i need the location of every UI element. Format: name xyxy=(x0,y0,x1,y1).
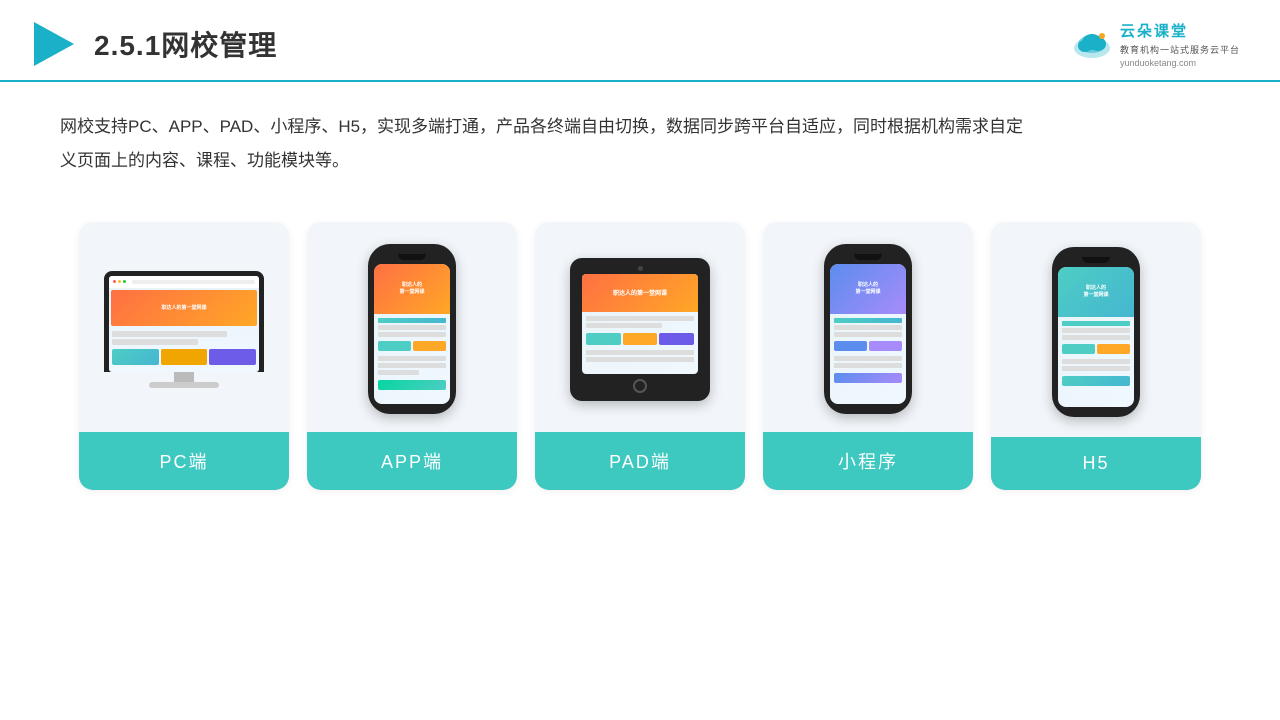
phone-notch xyxy=(398,254,426,260)
page-header: 2.5.1网校管理 云朵课堂 教育机构一站式服务云平台 yunduoketang… xyxy=(0,0,1280,82)
app-image-area: 职达人的第一堂网课 xyxy=(307,222,517,432)
brand-name: 云朵课堂 xyxy=(1120,20,1240,41)
miniapp-image-area: 职达人的第一堂网课 xyxy=(763,222,973,432)
app-mockup: 职达人的第一堂网课 xyxy=(368,244,456,414)
card-app-label: APP端 xyxy=(307,432,517,490)
miniapp-phone-screen: 职达人的第一堂网课 xyxy=(830,264,906,404)
card-pad-label: PAD端 xyxy=(535,432,745,490)
pad-mockup: 职达人的第一堂网课 xyxy=(570,258,710,401)
cloud-icon xyxy=(1070,26,1114,62)
app-phone-outer: 职达人的第一堂网课 xyxy=(368,244,456,414)
page-title: 2.5.1网校管理 xyxy=(94,24,277,64)
brand-logo: 云朵课堂 教育机构一站式服务云平台 yunduoketang.com xyxy=(1070,20,1240,68)
card-miniapp: 职达人的第一堂网课 xyxy=(763,222,973,490)
h5-image-area: 职达人的第一堂网课 xyxy=(991,222,1201,437)
pad-home-button xyxy=(633,379,647,393)
brand-text: 云朵课堂 教育机构一站式服务云平台 yunduoketang.com xyxy=(1120,20,1240,68)
h5-notch xyxy=(1082,257,1110,263)
h5-mockup: 职达人的第一堂网课 xyxy=(1052,247,1140,417)
h5-phone-outer: 职达人的第一堂网课 xyxy=(1052,247,1140,417)
card-app: 职达人的第一堂网课 xyxy=(307,222,517,490)
card-h5-label: H5 xyxy=(991,437,1201,490)
platform-cards: 职达人的第一堂网课 xyxy=(0,198,1280,510)
h5-phone-screen: 职达人的第一堂网课 xyxy=(1058,267,1134,407)
pc-image-area: 职达人的第一堂网课 xyxy=(79,222,289,432)
miniapp-mockup: 职达人的第一堂网课 xyxy=(824,244,912,414)
description-text: 网校支持PC、APP、PAD、小程序、H5，实现多端打通，产品各终端自由切换，数… xyxy=(0,82,1100,188)
brand-tagline: 教育机构一站式服务云平台 xyxy=(1120,43,1240,56)
card-pc: 职达人的第一堂网课 xyxy=(79,222,289,490)
card-h5: 职达人的第一堂网课 xyxy=(991,222,1201,490)
miniapp-phone-outer: 职达人的第一堂网课 xyxy=(824,244,912,414)
pad-image-area: 职达人的第一堂网课 xyxy=(535,222,745,432)
brand-logo-area: 云朵课堂 教育机构一站式服务云平台 yunduoketang.com xyxy=(1070,20,1240,68)
logo-icon xyxy=(30,18,78,70)
pad-camera xyxy=(638,266,643,271)
pc-mockup: 职达人的第一堂网课 xyxy=(104,271,264,388)
pad-screen: 职达人的第一堂网课 xyxy=(582,274,698,374)
pad-outer: 职达人的第一堂网课 xyxy=(570,258,710,401)
miniapp-notch xyxy=(854,254,882,260)
card-pc-label: PC端 xyxy=(79,432,289,490)
header-left: 2.5.1网校管理 xyxy=(30,18,277,70)
brand-url: yunduoketang.com xyxy=(1120,58,1240,68)
card-pad: 职达人的第一堂网课 xyxy=(535,222,745,490)
app-phone-screen: 职达人的第一堂网课 xyxy=(374,264,450,404)
card-miniapp-label: 小程序 xyxy=(763,432,973,490)
